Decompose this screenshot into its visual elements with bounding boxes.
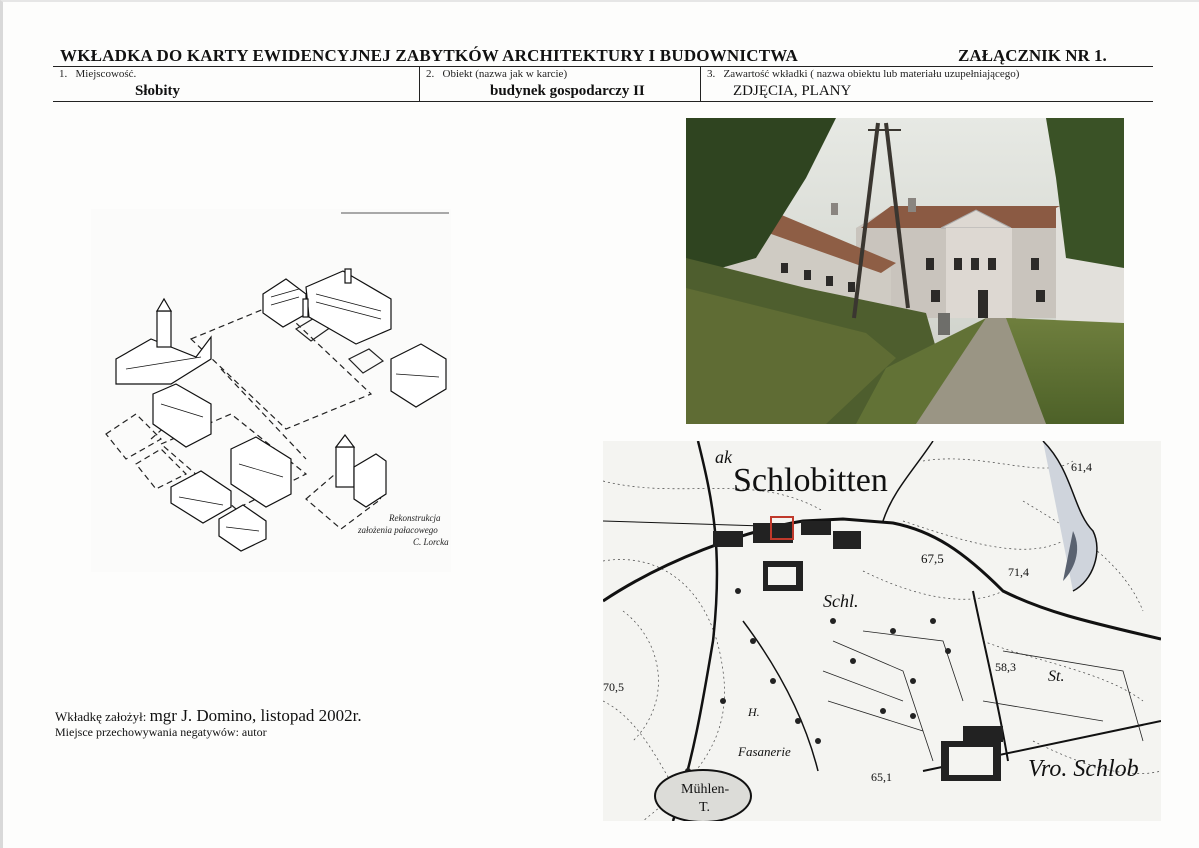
map-label-t: T. xyxy=(699,800,710,815)
sketch-caption-line1: Rekonstrukcja xyxy=(388,513,441,523)
map-elevation-3: 71,4 xyxy=(1008,565,1029,579)
sketch-caption-line2: założenia pałacowego xyxy=(357,525,438,535)
header-bottom-rule xyxy=(53,101,1153,102)
annex-number: ZAŁĄCZNIK NR 1. xyxy=(958,46,1107,65)
map-elevation-1: 61,4 xyxy=(1071,460,1092,474)
cell-divider-2 xyxy=(700,66,701,102)
author-value: mgr J. Domino, listopad 2002r. xyxy=(149,706,362,725)
negatives-storage-line: Miejsce przechowywania negatywów: autor xyxy=(55,725,267,739)
header-top-rule xyxy=(53,66,1153,67)
topographic-map: Schlobitten ak Schl. Fasanerie Mühlen- T… xyxy=(603,441,1161,821)
map-elevation-5: 70,5 xyxy=(603,680,624,694)
map-elevation-4: 58,3 xyxy=(995,660,1016,674)
schlobitten-map: Schlobitten ak Schl. Fasanerie Mühlen- T… xyxy=(603,441,1161,821)
field-object-label: 2. Obiekt (nazwa jak w karcie) xyxy=(426,68,568,80)
cell-divider-1 xyxy=(419,66,420,102)
map-label-vro: Vro. Schlob xyxy=(1028,756,1139,782)
map-place-name: Schlobitten xyxy=(733,462,888,499)
field-locality-label: 1. Miejscowość. xyxy=(59,68,137,80)
map-label-st: St. xyxy=(1048,668,1064,685)
reconstruction-sketch: Rekonstrukcja założenia pałacowego C. Lo… xyxy=(91,209,451,572)
author-line: Wkładkę założył: mgr J. Domino, listopad… xyxy=(55,706,362,726)
field-object-value: budynek gospodarczy II xyxy=(490,83,645,99)
document-title: WKŁADKA DO KARTY EWIDENCYJNEJ ZABYTKÓW A… xyxy=(60,46,799,65)
map-elevation-6: 65,1 xyxy=(871,770,892,784)
map-label-ak: ak xyxy=(715,447,733,467)
palace-complex-drawing: Rekonstrukcja założenia pałacowego C. Lo… xyxy=(105,212,449,552)
map-label-fasanerie: Fasanerie xyxy=(737,744,791,759)
building-photo xyxy=(686,118,1124,424)
field-content-value: ZDJĘCIA, PLANY xyxy=(733,83,852,99)
map-elevation-2: 67,5 xyxy=(921,551,944,566)
field-content-label: 3. Zawartość wkładki ( nazwa obiektu lub… xyxy=(707,68,1020,80)
farm-building-photograph xyxy=(686,118,1124,424)
field-locality-value: Słobity xyxy=(135,83,181,99)
author-prefix: Wkładkę założył: xyxy=(55,709,147,724)
document-sheet: WKŁADKA DO KARTY EWIDENCYJNEJ ZABYTKÓW A… xyxy=(0,0,1199,848)
map-label-muhlen: Mühlen- xyxy=(681,782,730,797)
map-label-schl: Schl. xyxy=(823,591,859,611)
map-label-h: H. xyxy=(747,705,760,719)
sketch-caption-line3: C. Lorcka xyxy=(413,537,449,547)
